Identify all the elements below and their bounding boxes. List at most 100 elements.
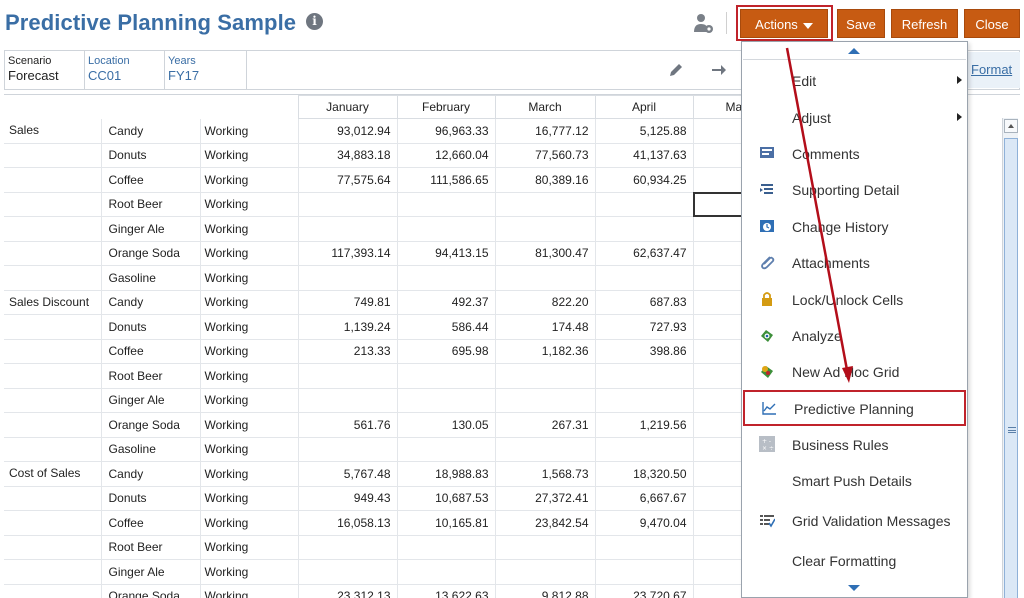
data-cell[interactable] (298, 535, 398, 560)
data-cell[interactable]: 60,934.25 (595, 167, 694, 193)
menu-scroll-up-icon[interactable] (848, 48, 860, 54)
data-cell[interactable]: 23,842.54 (495, 510, 596, 536)
menu-scroll-down-icon[interactable] (848, 585, 860, 591)
data-cell[interactable]: 12,660.04 (397, 143, 496, 168)
data-cell[interactable]: 5,125.88 (595, 118, 694, 144)
data-cell[interactable]: 34,883.18 (298, 143, 398, 168)
column-header[interactable]: January (297, 95, 398, 119)
data-cell[interactable]: 81,300.47 (495, 241, 596, 266)
data-cell[interactable]: 23,312.13 (298, 584, 398, 598)
data-cell[interactable]: 80,389.16 (495, 167, 596, 193)
data-cell[interactable] (595, 559, 694, 585)
scroll-up-icon[interactable] (1004, 119, 1018, 133)
data-cell[interactable] (298, 559, 398, 585)
data-cell[interactable] (397, 192, 496, 217)
data-cell[interactable] (397, 265, 496, 291)
arrow-right-icon[interactable] (710, 61, 728, 79)
save-button[interactable]: Save (837, 9, 885, 38)
data-cell[interactable] (298, 265, 398, 291)
data-cell[interactable]: 213.33 (298, 339, 398, 364)
data-cell[interactable]: 77,575.64 (298, 167, 398, 193)
data-cell[interactable]: 1,219.56 (595, 412, 694, 438)
data-cell[interactable]: 1,139.24 (298, 314, 398, 340)
menu-item-smart-push-details[interactable]: Smart Push Details (742, 463, 967, 497)
data-cell[interactable]: 10,165.81 (397, 510, 496, 536)
column-header[interactable]: March (494, 95, 596, 119)
data-cell[interactable]: 10,687.53 (397, 486, 496, 511)
data-cell[interactable]: 6,667.67 (595, 486, 694, 511)
menu-item-edit[interactable]: Edit (742, 63, 967, 97)
data-cell[interactable]: 18,320.50 (595, 461, 694, 487)
data-cell[interactable]: 96,963.33 (397, 118, 496, 144)
data-cell[interactable] (495, 559, 596, 585)
data-cell[interactable] (595, 192, 694, 217)
menu-item-predictive-planning[interactable]: Predictive Planning (743, 390, 966, 426)
format-link[interactable]: Format (971, 62, 1012, 77)
menu-item-grid-validation-messages[interactable]: Grid Validation Messages (742, 503, 967, 537)
data-cell[interactable] (495, 535, 596, 560)
data-cell[interactable]: 77,560.73 (495, 143, 596, 168)
data-cell[interactable]: 727.93 (595, 314, 694, 340)
data-cell[interactable]: 398.86 (595, 339, 694, 364)
data-cell[interactable] (397, 437, 496, 462)
menu-item-new-ad-hoc-grid[interactable]: New Ad Hoc Grid (742, 354, 967, 388)
actions-button[interactable]: Actions (740, 9, 828, 38)
data-cell[interactable]: 822.20 (495, 290, 596, 315)
pencil-icon[interactable] (667, 61, 685, 79)
menu-item-analyze[interactable]: Analyze (742, 318, 967, 352)
data-cell[interactable] (495, 216, 596, 242)
pov-years[interactable]: Years FY17 (165, 51, 247, 89)
data-cell[interactable]: 1,182.36 (495, 339, 596, 364)
data-cell[interactable]: 18,988.83 (397, 461, 496, 487)
data-cell[interactable]: 93,012.94 (298, 118, 398, 144)
scrollbar-thumb[interactable] (1004, 138, 1018, 598)
data-cell[interactable]: 9,470.04 (595, 510, 694, 536)
pov-scenario[interactable]: Scenario Forecast (5, 51, 85, 89)
data-cell[interactable] (397, 216, 496, 242)
data-cell[interactable]: 561.76 (298, 412, 398, 438)
data-cell[interactable]: 687.83 (595, 290, 694, 315)
data-cell[interactable] (397, 388, 496, 413)
info-icon[interactable]: i (306, 13, 323, 30)
data-cell[interactable] (298, 192, 398, 217)
data-cell[interactable]: 695.98 (397, 339, 496, 364)
data-cell[interactable] (595, 216, 694, 242)
data-cell[interactable] (298, 437, 398, 462)
menu-item-change-history[interactable]: Change History (742, 209, 967, 243)
data-cell[interactable] (397, 363, 496, 389)
data-cell[interactable]: 267.31 (495, 412, 596, 438)
menu-item-adjust[interactable]: Adjust (742, 100, 967, 134)
data-cell[interactable]: 62,637.47 (595, 241, 694, 266)
menu-item-clear-formatting[interactable]: Clear Formatting (742, 543, 967, 577)
data-cell[interactable]: 94,413.15 (397, 241, 496, 266)
data-cell[interactable]: 117,393.14 (298, 241, 398, 266)
data-cell[interactable]: 9,812.88 (495, 584, 596, 598)
data-cell[interactable] (595, 265, 694, 291)
pov-location[interactable]: Location CC01 (85, 51, 165, 89)
menu-item-comments[interactable]: Comments (742, 136, 967, 170)
data-cell[interactable]: 5,767.48 (298, 461, 398, 487)
data-cell[interactable] (397, 535, 496, 560)
data-cell[interactable]: 749.81 (298, 290, 398, 315)
refresh-button[interactable]: Refresh (891, 9, 958, 38)
close-button[interactable]: Close (964, 9, 1020, 38)
data-cell[interactable] (495, 192, 596, 217)
data-cell[interactable]: 16,777.12 (495, 118, 596, 144)
data-cell[interactable]: 13,622.63 (397, 584, 496, 598)
data-cell[interactable] (298, 216, 398, 242)
vertical-scrollbar[interactable] (1002, 118, 1018, 598)
data-cell[interactable] (298, 388, 398, 413)
menu-item-lock-unlock-cells[interactable]: Lock/Unlock Cells (742, 282, 967, 316)
data-cell[interactable] (595, 388, 694, 413)
data-cell[interactable]: 27,372.41 (495, 486, 596, 511)
data-cell[interactable]: 1,568.73 (495, 461, 596, 487)
data-cell[interactable] (397, 559, 496, 585)
menu-item-supporting-detail[interactable]: Supporting Detail (742, 172, 967, 206)
column-header[interactable]: February (396, 95, 496, 119)
data-cell[interactable]: 130.05 (397, 412, 496, 438)
data-cell[interactable]: 41,137.63 (595, 143, 694, 168)
data-cell[interactable]: 16,058.13 (298, 510, 398, 536)
data-cell[interactable]: 949.43 (298, 486, 398, 511)
data-cell[interactable]: 586.44 (397, 314, 496, 340)
data-cell[interactable]: 23,720.67 (595, 584, 694, 598)
